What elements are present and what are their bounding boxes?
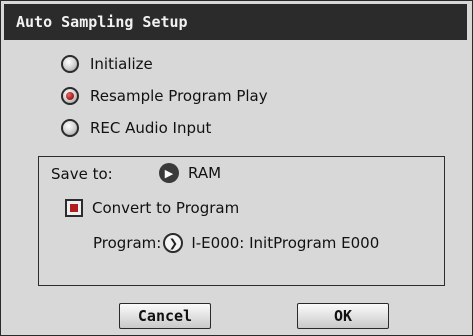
radio-resample-program-play[interactable]: [61, 87, 79, 105]
convert-to-program-label: Convert to Program: [92, 199, 240, 217]
cancel-button[interactable]: Cancel: [119, 303, 211, 329]
dialog-title: Auto Sampling Setup: [4, 4, 467, 40]
option-initialize-label: Initialize: [90, 55, 153, 73]
save-to-value: RAM: [188, 164, 222, 182]
option-initialize[interactable]: Initialize: [61, 55, 153, 73]
option-resample-program-play[interactable]: Resample Program Play: [61, 87, 268, 105]
radio-initialize[interactable]: [61, 55, 79, 73]
convert-to-program-row[interactable]: Convert to Program: [65, 199, 239, 217]
ok-button[interactable]: OK: [297, 303, 389, 329]
save-to-row: Save to:: [51, 165, 113, 183]
radio-rec-audio-input[interactable]: [61, 119, 79, 137]
program-label: Program:: [93, 234, 162, 252]
program-value: I-E000: InitProgram E000: [191, 234, 380, 252]
auto-sampling-dialog: Auto Sampling Setup Initialize Resample …: [0, 0, 473, 336]
save-group-box: Save to: ▶ RAM Convert to Program Progra…: [38, 156, 445, 286]
triangle-right-icon[interactable]: ▶: [159, 163, 179, 183]
convert-to-program-checkbox[interactable]: [65, 199, 83, 217]
option-rec-audio-input[interactable]: REC Audio Input: [61, 119, 211, 137]
chevron-right-icon[interactable]: ❯: [163, 233, 184, 253]
option-resample-label: Resample Program Play: [90, 87, 268, 105]
save-to-selector[interactable]: ▶ RAM: [159, 163, 221, 183]
program-row: Program: ❯ I-E000: InitProgram E000: [93, 233, 379, 253]
option-rec-audio-label: REC Audio Input: [90, 119, 212, 137]
save-to-label: Save to:: [51, 165, 113, 183]
